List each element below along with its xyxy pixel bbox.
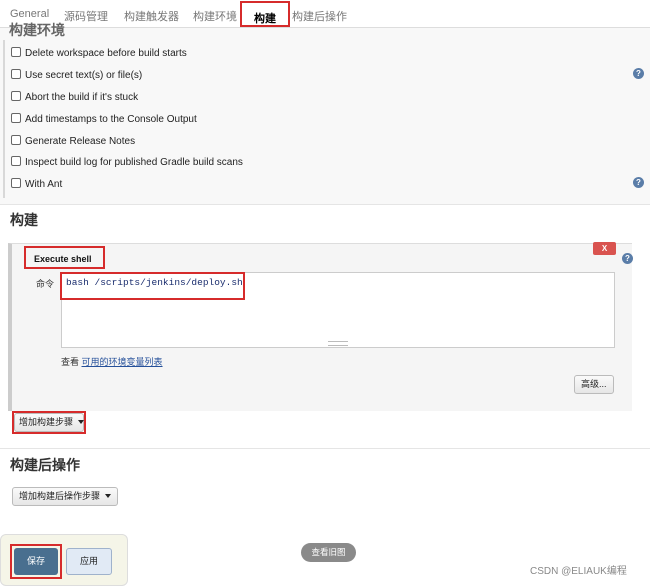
add-post-build-step-button[interactable]: 增加构建后操作步骤 (12, 487, 119, 506)
delete-step-button[interactable]: X (593, 242, 616, 255)
tab-build[interactable]: 构建 (240, 1, 290, 27)
option-delete-workspace[interactable]: Delete workspace before build starts (11, 47, 187, 59)
tab-source-code-management[interactable]: 源码管理 (64, 8, 108, 24)
option-with-ant[interactable]: With Ant (11, 178, 62, 190)
step-title: Execute shell (24, 246, 105, 269)
tab-build-triggers[interactable]: 构建触发器 (124, 8, 179, 24)
post-build-section-title: 构建后操作 (10, 457, 80, 473)
caret-down-icon (105, 494, 112, 498)
watermark: CSDN @ELIAUK编程 (530, 566, 627, 577)
tab-build-environment[interactable]: 构建环境 (193, 8, 237, 24)
tab-post-build-actions[interactable]: 构建后操作 (292, 8, 347, 24)
config-tab-bar: General 源码管理 构建触发器 构建环境 构建 构建后操作 (0, 0, 650, 28)
apply-button[interactable]: 应用 (66, 548, 112, 575)
checkbox[interactable] (11, 178, 21, 188)
checkbox[interactable] (11, 135, 21, 145)
checkbox[interactable] (11, 47, 21, 57)
section-divider (0, 448, 650, 449)
option-add-timestamps[interactable]: Add timestamps to the Console Output (11, 113, 197, 125)
help-icon[interactable]: ? (622, 253, 633, 264)
help-icon[interactable]: ? (633, 177, 644, 188)
save-highlight (10, 544, 62, 579)
option-gradle-build-scans[interactable]: Inspect build log for published Gradle b… (11, 156, 243, 168)
advanced-button[interactable]: 高级... (574, 375, 614, 394)
help-icon[interactable]: ? (633, 68, 644, 79)
checkbox[interactable] (11, 69, 21, 79)
add-step-highlight (12, 411, 86, 434)
build-section-title: 构建 (10, 212, 38, 228)
env-vars-line: 查看 可用的环境变量列表 (61, 357, 163, 367)
checkbox[interactable] (11, 113, 21, 123)
section-rule (3, 40, 5, 198)
command-text: bash /scripts/jenkins/deploy.sh (66, 277, 243, 288)
view-old-button[interactable]: 查看旧图 (301, 543, 356, 562)
build-environment-section: 构建环境 Delete workspace before build start… (0, 22, 650, 205)
build-environment-title: 构建环境 (9, 22, 65, 38)
option-abort-if-stuck[interactable]: Abort the build if it's stuck (11, 91, 138, 103)
checkbox[interactable] (11, 91, 21, 101)
resize-grip[interactable] (328, 341, 348, 346)
option-secret-text[interactable]: Use secret text(s) or file(s) (11, 69, 142, 81)
tab-general[interactable]: General (10, 8, 49, 20)
option-release-notes[interactable]: Generate Release Notes (11, 135, 135, 147)
command-label: 命令 (36, 279, 55, 289)
checkbox[interactable] (11, 156, 21, 166)
env-vars-link[interactable]: 可用的环境变量列表 (82, 357, 163, 367)
